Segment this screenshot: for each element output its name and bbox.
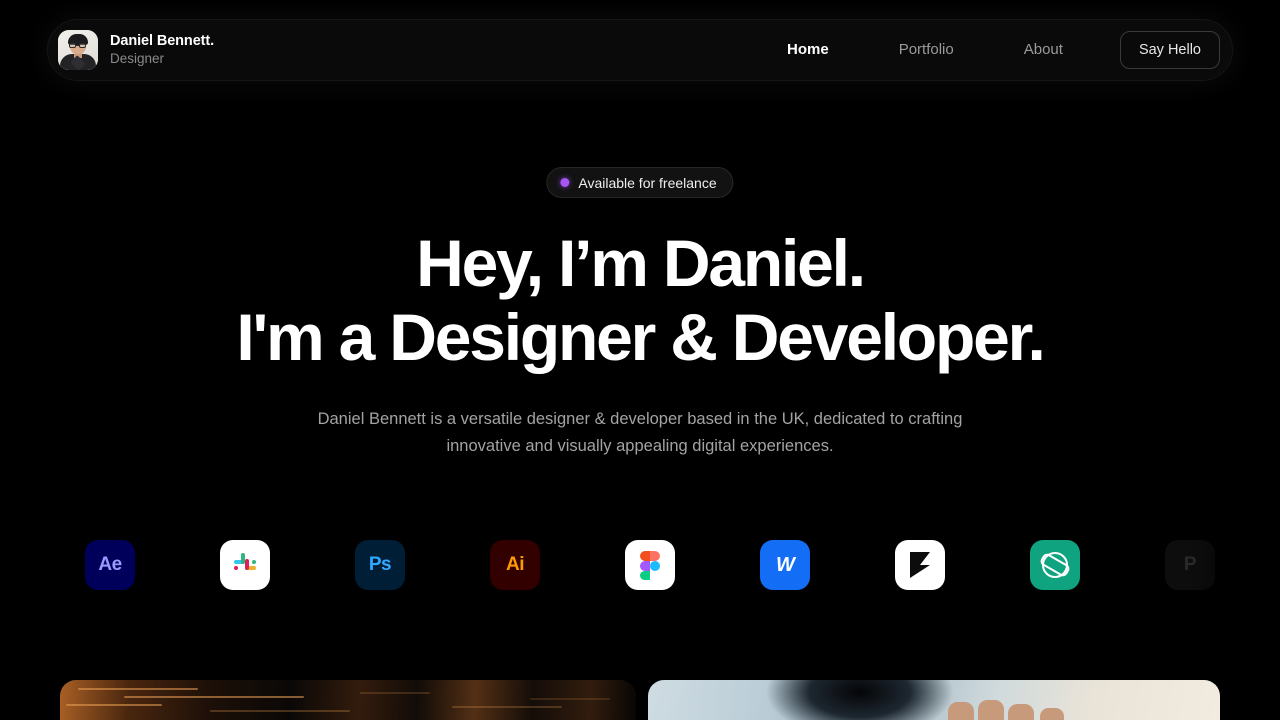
avatar (58, 30, 98, 70)
tool-icon-figma[interactable] (625, 540, 675, 590)
project-image-light (648, 680, 1220, 720)
nav-item-home[interactable]: Home (752, 20, 864, 80)
tool-icon-slack[interactable] (220, 540, 270, 590)
tools-marquee: Ae Ps Ai W P (0, 540, 1280, 590)
site-header: Daniel Bennett. Designer Home Portfolio … (48, 20, 1232, 80)
figma-glyph-icon (640, 550, 660, 580)
illustrator-label: Ai (506, 554, 525, 575)
photoshop-label: Ps (368, 554, 392, 575)
tool-icon-photoshop[interactable]: Ps (355, 540, 405, 590)
slack-glyph-icon (232, 552, 258, 578)
project-card-dark[interactable] (60, 680, 636, 720)
chatgpt-glyph-icon (1042, 552, 1068, 578)
webflow-glyph-icon: W (776, 553, 795, 576)
brand-logo[interactable]: Daniel Bennett. Designer (58, 30, 214, 70)
nav-item-portfolio[interactable]: Portfolio (864, 20, 989, 80)
brand-role: Designer (110, 51, 165, 67)
tool-icon-framer[interactable] (895, 540, 945, 590)
tool-icon-after-effects[interactable]: Ae (85, 540, 135, 590)
tools-track: Ae Ps Ai W P (0, 540, 1280, 590)
hero-subtitle: Daniel Bennett is a versatile designer &… (317, 410, 963, 455)
status-dot-icon (560, 178, 570, 187)
tool-icon-premiere-pro[interactable]: P (1165, 540, 1215, 590)
brand-text: Daniel Bennett. Designer (110, 33, 214, 66)
say-hello-button[interactable]: Say Hello (1119, 31, 1220, 69)
landing-page: Daniel Bennett. Designer Home Portfolio … (0, 0, 1280, 720)
tool-icon-webflow[interactable]: W (760, 540, 810, 590)
project-card-light[interactable] (648, 680, 1220, 720)
premiere-pro-label: P (1183, 554, 1197, 575)
tool-icon-illustrator[interactable]: Ai (490, 540, 540, 590)
project-image-dark (60, 680, 636, 720)
headline-line-2: I'm a Designer & Developer. (236, 300, 1046, 374)
after-effects-label: Ae (98, 554, 122, 575)
nav-item-about[interactable]: About (989, 20, 1098, 80)
availability-text: Available for freelance (578, 174, 717, 191)
page-title: Hey, I’m Daniel. I'm a Designer & Develo… (0, 226, 1280, 374)
main-nav: Home Portfolio About Say Hello (752, 20, 1220, 80)
availability-badge[interactable]: Available for freelance (546, 167, 734, 198)
brand-name: Daniel Bennett. (110, 33, 215, 50)
project-cards (0, 680, 1280, 720)
headline-line-1: Hey, I’m Daniel. (416, 226, 866, 300)
tool-icon-chatgpt[interactable] (1030, 540, 1080, 590)
